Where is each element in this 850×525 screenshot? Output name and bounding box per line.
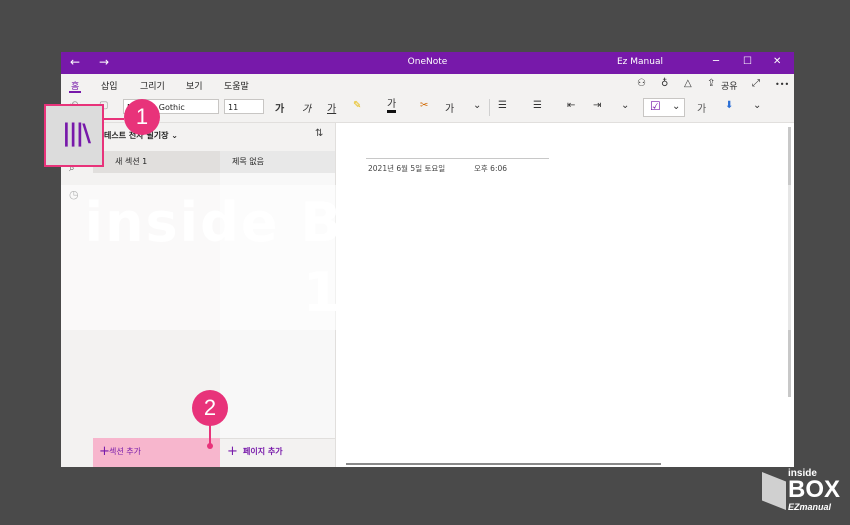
- title-bar: ← → OneNote Ez Manual ─ ☐ ✕: [61, 52, 794, 74]
- chevron-down-icon[interactable]: ⌄: [621, 100, 629, 111]
- tab-draw[interactable]: 그리기: [140, 79, 165, 92]
- ribbon-divider: [489, 99, 490, 116]
- callout-badge-2: 2: [192, 390, 228, 426]
- logo-text-bottom: EZmanual: [788, 502, 832, 512]
- clear-format-button[interactable]: 가: [445, 100, 454, 115]
- chevron-down-icon: ⌄: [672, 101, 681, 112]
- todo-tag-dropdown[interactable]: ☑ ⌄: [643, 98, 685, 117]
- window-title: OneNote: [407, 57, 448, 67]
- underline-button[interactable]: 가: [327, 100, 336, 115]
- add-page-label: 페이지 추가: [243, 447, 283, 456]
- sort-icon[interactable]: ⇅: [315, 128, 323, 139]
- chevron-down-icon: ⌄: [171, 131, 178, 140]
- highlight-icon[interactable]: ✎: [353, 100, 361, 111]
- ribbon: ↶ ▢ Malgun Gothic 11 가 가 가 ✎ 가 ✂ 가 ⌄ ☰ ☰…: [61, 94, 794, 123]
- page-time: 오후 6:06: [474, 164, 508, 173]
- watermark-line1: inside BOX EZmanual: [84, 191, 771, 254]
- outdent-icon[interactable]: ⇤: [567, 100, 575, 111]
- font-color-button[interactable]: 가: [387, 100, 397, 113]
- section-label: 새 섹션 1: [115, 157, 148, 166]
- share-button[interactable]: 공유: [721, 79, 738, 92]
- minimize-icon[interactable]: ─: [713, 56, 719, 67]
- watermark-line2: 140438: [302, 261, 553, 324]
- close-icon[interactable]: ✕: [773, 56, 781, 67]
- chevron-down-icon[interactable]: ⌄: [473, 100, 481, 111]
- watermark: inside BOX EZmanual 140438: [61, 185, 794, 330]
- bell-icon[interactable]: △: [684, 78, 692, 89]
- callout-dot: [207, 443, 213, 449]
- page-label: 제목 없음: [232, 157, 264, 166]
- logo-text-main: BOX: [788, 476, 841, 503]
- styles-button[interactable]: 가: [697, 100, 706, 115]
- chevron-down-icon[interactable]: ⌄: [753, 100, 761, 111]
- horizontal-scrollbar[interactable]: [346, 463, 661, 465]
- insidebox-logo: inside BOX EZmanual: [762, 468, 842, 516]
- callout-connector: [209, 425, 211, 445]
- page-title-line[interactable]: [366, 158, 549, 159]
- bold-button[interactable]: 가: [275, 100, 284, 115]
- bullets-icon[interactable]: ☰: [498, 100, 507, 111]
- page-date: 2021년 6월 5일 토요일: [368, 164, 446, 173]
- menu-bar: 홈 삽입 그리기 보기 도움말 ⚇ ♁ △ ⇪ 공유 ⤢ •••: [61, 74, 794, 94]
- tab-insert[interactable]: 삽입: [101, 79, 118, 92]
- format-painter-icon[interactable]: ✂: [420, 100, 428, 111]
- notebooks-library-icon[interactable]: |||\: [62, 119, 91, 147]
- section-item[interactable]: [93, 151, 220, 173]
- share-icon[interactable]: ⇪: [707, 78, 715, 89]
- italic-button[interactable]: 가: [302, 100, 311, 115]
- numbering-icon[interactable]: ☰: [533, 100, 542, 111]
- lightbulb-icon[interactable]: ♁: [661, 78, 668, 89]
- callout-badge-1: 1: [124, 99, 160, 135]
- account-name[interactable]: Ez Manual: [617, 57, 663, 67]
- checkbox-icon: ☑: [650, 99, 661, 113]
- download-arrow-icon[interactable]: ⬇: [725, 100, 733, 111]
- tab-view[interactable]: 보기: [186, 79, 203, 92]
- font-size-select[interactable]: 11: [224, 99, 264, 114]
- maximize-icon[interactable]: ☐: [743, 56, 752, 67]
- notification-icon[interactable]: ⚇: [637, 78, 646, 89]
- logo-box-icon: [762, 472, 786, 510]
- callout-connector: [104, 118, 124, 120]
- more-options-icon[interactable]: •••: [775, 80, 789, 89]
- active-tab-indicator: [69, 91, 81, 93]
- plus-icon: +: [227, 444, 238, 459]
- indent-icon[interactable]: ⇥: [593, 100, 601, 111]
- expand-icon[interactable]: ⤢: [752, 78, 760, 89]
- tab-help[interactable]: 도움말: [224, 79, 249, 92]
- add-section-label: 섹션 추가: [109, 447, 141, 456]
